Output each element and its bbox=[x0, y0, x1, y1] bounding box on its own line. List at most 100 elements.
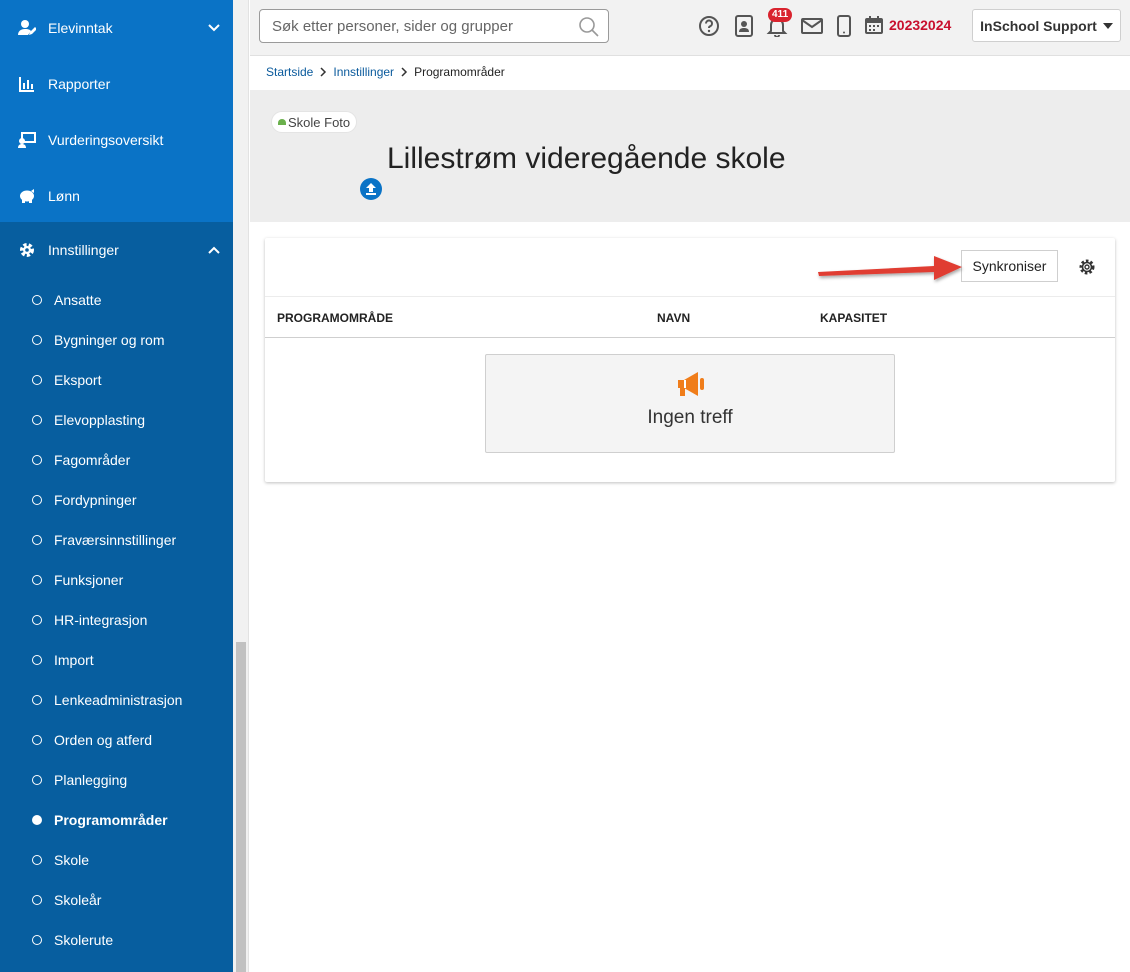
empty-state-text: Ingen treff bbox=[647, 407, 733, 428]
sidebar-sub-bygninger-og-rom[interactable]: Bygninger og rom bbox=[0, 320, 233, 360]
school-year-selector[interactable]: 20232024 bbox=[865, 16, 951, 34]
sidebar-sub-fravaersinnstillinger[interactable]: Fraværsinnstillinger bbox=[0, 520, 233, 560]
breadcrumb-settings[interactable]: Innstillinger bbox=[333, 65, 394, 79]
contacts-icon[interactable] bbox=[733, 15, 755, 37]
sub-item-label: Elevopplasting bbox=[54, 412, 146, 428]
sidebar-sub-orden-og-atferd[interactable]: Orden og atferd bbox=[0, 720, 233, 760]
search-input[interactable] bbox=[260, 10, 560, 42]
sub-item-label: Eksport bbox=[54, 372, 102, 388]
school-name: Lillestrøm videregående skole bbox=[387, 142, 786, 175]
top-header: 411 20232024 InSchool Support bbox=[250, 0, 1130, 56]
chevron-right-icon bbox=[401, 67, 408, 77]
sidebar-scrollbar[interactable] bbox=[233, 0, 249, 972]
chevron-up-icon bbox=[208, 246, 220, 254]
mobile-icon[interactable] bbox=[833, 15, 855, 37]
sub-item-label: Ansatte bbox=[54, 292, 102, 308]
breadcrumb-home[interactable]: Startside bbox=[266, 65, 313, 79]
sidebar-sub-programomrader[interactable]: Programområder bbox=[0, 800, 233, 840]
sidebar-sub-skolerute[interactable]: Skolerute bbox=[0, 920, 233, 960]
sidebar-sub-skolear[interactable]: Skoleår bbox=[0, 880, 233, 920]
school-year-label: 20232024 bbox=[889, 17, 952, 33]
breadcrumb: Startside Innstillinger Programområder bbox=[266, 65, 505, 79]
settings-gear-icon[interactable] bbox=[1078, 258, 1096, 276]
upload-icon[interactable] bbox=[359, 177, 383, 201]
sidebar-sub-skole[interactable]: Skole bbox=[0, 840, 233, 880]
circle-icon bbox=[32, 495, 42, 505]
megaphone-icon bbox=[678, 372, 704, 396]
sub-item-label: Import bbox=[54, 652, 94, 668]
circle-icon bbox=[32, 895, 42, 905]
circle-icon bbox=[32, 855, 42, 865]
sidebar-item-label: Innstillinger bbox=[48, 242, 119, 258]
scrollbar-thumb[interactable] bbox=[236, 642, 246, 972]
mail-icon[interactable] bbox=[801, 15, 823, 37]
circle-icon bbox=[32, 575, 42, 585]
help-icon[interactable] bbox=[698, 15, 720, 37]
sub-item-label: HR-integrasjon bbox=[54, 612, 148, 628]
programomrader-card: Synkroniser PROGRAMOMRÅDE NAVN KAPASITET… bbox=[265, 238, 1115, 482]
sub-item-label: Orden og atferd bbox=[54, 732, 153, 748]
column-header-programomrade[interactable]: PROGRAMOMRÅDE bbox=[277, 311, 393, 325]
sidebar-item-label: Vurderingsoversikt bbox=[48, 132, 164, 148]
search-icon[interactable] bbox=[578, 16, 600, 38]
chevron-right-icon bbox=[320, 67, 327, 77]
sub-item-label: Fraværsinnstillinger bbox=[54, 532, 177, 548]
sidebar-sub-lenkeadministrasjon[interactable]: Lenkeadministrasjon bbox=[0, 680, 233, 720]
sub-item-label: Skole bbox=[54, 852, 90, 868]
circle-icon bbox=[32, 375, 42, 385]
sub-item-label: Fordypninger bbox=[54, 492, 137, 508]
chevron-down-icon bbox=[208, 24, 220, 32]
calendar-icon bbox=[865, 16, 883, 34]
notification-badge: 411 bbox=[768, 8, 793, 22]
circle-icon bbox=[32, 695, 42, 705]
search-box[interactable] bbox=[259, 9, 609, 43]
sub-item-label: Skolerute bbox=[54, 932, 114, 948]
sidebar-sub-fagomrader[interactable]: Fagområder bbox=[0, 440, 233, 480]
sidebar-sub-ansatte[interactable]: Ansatte bbox=[0, 280, 233, 320]
sidebar: Elevinntak Rapporter Vurderingsoversikt … bbox=[0, 0, 233, 972]
sidebar-item-elevinntak[interactable]: Elevinntak bbox=[0, 0, 233, 56]
bar-chart-icon bbox=[18, 75, 36, 93]
table-header: PROGRAMOMRÅDE NAVN KAPASITET bbox=[265, 296, 1115, 338]
circle-icon bbox=[32, 615, 42, 625]
gear-icon bbox=[18, 241, 36, 259]
sidebar-item-label: Elevinntak bbox=[48, 20, 113, 36]
sidebar-item-label: Rapporter bbox=[48, 76, 111, 92]
circle-icon bbox=[32, 335, 42, 345]
circle-icon bbox=[32, 735, 42, 745]
sidebar-item-innstillinger[interactable]: Innstillinger bbox=[0, 222, 233, 278]
annotation-arrow-icon bbox=[818, 256, 962, 280]
circle-icon bbox=[32, 295, 42, 305]
sidebar-item-vurderingsoversikt[interactable]: Vurderingsoversikt bbox=[0, 112, 233, 168]
sidebar-item-rapporter[interactable]: Rapporter bbox=[0, 56, 233, 112]
sidebar-sub-planlegging[interactable]: Planlegging bbox=[0, 760, 233, 800]
user-edit-icon bbox=[18, 19, 36, 37]
circle-icon bbox=[32, 455, 42, 465]
column-header-kapasitet[interactable]: KAPASITET bbox=[820, 311, 887, 325]
sidebar-sub-import[interactable]: Import bbox=[0, 640, 233, 680]
column-header-navn[interactable]: NAVN bbox=[657, 311, 690, 325]
circle-icon bbox=[32, 415, 42, 425]
synkroniser-button[interactable]: Synkroniser bbox=[961, 250, 1058, 282]
sub-item-label: Planlegging bbox=[54, 772, 128, 788]
piggy-bank-icon bbox=[18, 187, 36, 205]
user-menu-button[interactable]: InSchool Support bbox=[972, 9, 1121, 42]
sidebar-sub-elevopplasting[interactable]: Elevopplasting bbox=[0, 400, 233, 440]
sidebar-top-section: Elevinntak Rapporter Vurderingsoversikt … bbox=[0, 0, 233, 222]
sidebar-sub-hr-integrasjon[interactable]: HR-integrasjon bbox=[0, 600, 233, 640]
broken-image-icon bbox=[278, 119, 286, 125]
sidebar-sub-funksjoner[interactable]: Funksjoner bbox=[0, 560, 233, 600]
sub-item-label: Lenkeadministrasjon bbox=[54, 692, 183, 708]
school-photo: Skole Foto bbox=[271, 111, 357, 133]
caret-down-icon bbox=[1102, 22, 1113, 29]
circle-icon bbox=[32, 775, 42, 785]
circle-icon bbox=[32, 655, 42, 665]
settings-submenu: Ansatte Bygninger og rom Eksport Elevopp… bbox=[0, 278, 233, 960]
sub-item-label: Fagområder bbox=[54, 452, 131, 468]
sidebar-sub-eksport[interactable]: Eksport bbox=[0, 360, 233, 400]
assessment-icon bbox=[18, 131, 36, 149]
sub-item-label: Programområder bbox=[54, 812, 168, 828]
sub-item-label: Bygninger og rom bbox=[54, 332, 165, 348]
sidebar-sub-fordypninger[interactable]: Fordypninger bbox=[0, 480, 233, 520]
sidebar-item-lonn[interactable]: Lønn bbox=[0, 168, 233, 224]
